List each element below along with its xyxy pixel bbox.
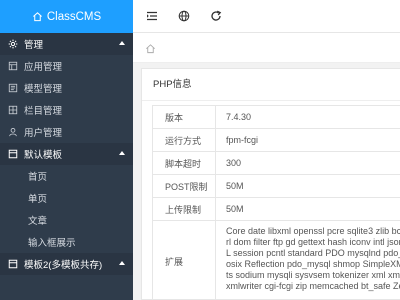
sidebar-item-home[interactable]: 首页	[0, 165, 133, 187]
php-info-table: 版本 7.4.30 运行方式 fpm-fcgi 脚本超时 300 POST限制 …	[152, 105, 400, 300]
row-label: 版本	[153, 106, 216, 128]
top-header	[133, 0, 400, 33]
extensions-line: osix Reflection pdo_mysql shmop SimpleXM…	[226, 259, 400, 269]
row-value: 300	[226, 158, 242, 168]
sidebar-group-label: 默认模板	[24, 150, 63, 161]
row-value: 7.4.30	[226, 112, 252, 122]
sidebar-item-users[interactable]: 用户管理	[0, 121, 133, 143]
row-label: 扩展	[153, 221, 216, 300]
app-title: ClassCMS	[46, 10, 102, 23]
sidebar-item-label: 模型管理	[24, 84, 63, 95]
sidebar-item-label: 输入框展示	[28, 238, 76, 249]
sidebar-item-label: 首页	[28, 172, 48, 183]
extensions-line: rl dom filter ftp gd gettext hash iconv …	[226, 237, 400, 247]
sidebar-nav: 管理 应用管理 模型管理 栏目管理 用户管理 默认模板 首页 单页 文章 输入框…	[0, 33, 133, 275]
table-row: 脚本超时 300	[153, 152, 400, 175]
card-title: PHP信息	[142, 69, 400, 101]
column-icon	[8, 105, 18, 115]
row-value: 50M	[226, 181, 244, 191]
table-row: 版本 7.4.30	[153, 106, 400, 129]
sidebar-item-columns[interactable]: 栏目管理	[0, 99, 133, 121]
sidebar-group-label: 模板2(多模板共存)	[24, 260, 103, 271]
breadcrumb	[133, 33, 400, 63]
refresh-icon[interactable]	[210, 10, 222, 22]
row-value: fpm-fcgi	[226, 135, 259, 145]
sidebar-item-apps[interactable]: 应用管理	[0, 55, 133, 77]
collapse-arrow-icon	[119, 151, 125, 155]
sidebar-group-template2[interactable]: 模板2(多模板共存)	[0, 253, 133, 275]
extensions-list: Core date libxml openssl pcre sqlite3 zl…	[216, 221, 400, 292]
table-row: POST限制 50M	[153, 175, 400, 198]
model-icon	[8, 83, 18, 93]
row-label: 上传限制	[153, 198, 216, 220]
template-icon	[8, 149, 18, 159]
row-label: 运行方式	[153, 129, 216, 151]
row-value: 50M	[226, 204, 244, 214]
sidebar-item-label: 应用管理	[24, 62, 63, 73]
menu-toggle-icon[interactable]	[146, 10, 158, 22]
extensions-line: Core date libxml openssl pcre sqlite3 zl…	[226, 226, 400, 236]
sidebar: ClassCMS 管理 应用管理 模型管理 栏目管理 用户管理 默认模板 首页 …	[0, 0, 133, 300]
collapse-arrow-icon	[119, 261, 125, 265]
sidebar-item-label: 栏目管理	[24, 106, 63, 117]
table-row: 上传限制 50M	[153, 198, 400, 221]
sidebar-item-label: 用户管理	[24, 128, 63, 139]
sidebar-group-admin[interactable]: 管理	[0, 33, 133, 55]
home-icon[interactable]	[145, 43, 156, 54]
extensions-line: L session pcntl standard PDO mysqlnd pdo…	[226, 248, 400, 258]
gear-icon	[8, 39, 18, 49]
house-icon	[32, 12, 42, 22]
php-info-card: PHP信息 版本 7.4.30 运行方式 fpm-fcgi 脚本超时 300 P…	[141, 68, 400, 300]
sidebar-item-label: 单页	[28, 194, 48, 205]
brand-bar[interactable]: ClassCMS	[0, 0, 133, 33]
sidebar-item-models[interactable]: 模型管理	[0, 77, 133, 99]
sidebar-item-label: 文章	[28, 216, 48, 227]
table-row: 运行方式 fpm-fcgi	[153, 129, 400, 152]
row-label: POST限制	[153, 175, 216, 197]
collapse-arrow-icon	[119, 41, 125, 45]
globe-icon[interactable]	[178, 10, 190, 22]
sidebar-item-input-demo[interactable]: 输入框展示	[0, 231, 133, 253]
sidebar-item-single-page[interactable]: 单页	[0, 187, 133, 209]
row-label: 脚本超时	[153, 152, 216, 174]
app-icon	[8, 61, 18, 71]
sidebar-item-articles[interactable]: 文章	[0, 209, 133, 231]
extensions-line: ts sodium mysqli sysvsem tokenizer xml x…	[226, 270, 400, 280]
sidebar-group-default-template[interactable]: 默认模板	[0, 143, 133, 165]
extensions-line: xmlwriter cgi-fcgi zip memcached bt_safe…	[226, 281, 400, 291]
sidebar-group-label: 管理	[24, 40, 44, 51]
table-row-extensions: 扩展 Core date libxml openssl pcre sqlite3…	[153, 221, 400, 300]
template-icon	[8, 259, 18, 269]
user-icon	[9, 128, 17, 137]
